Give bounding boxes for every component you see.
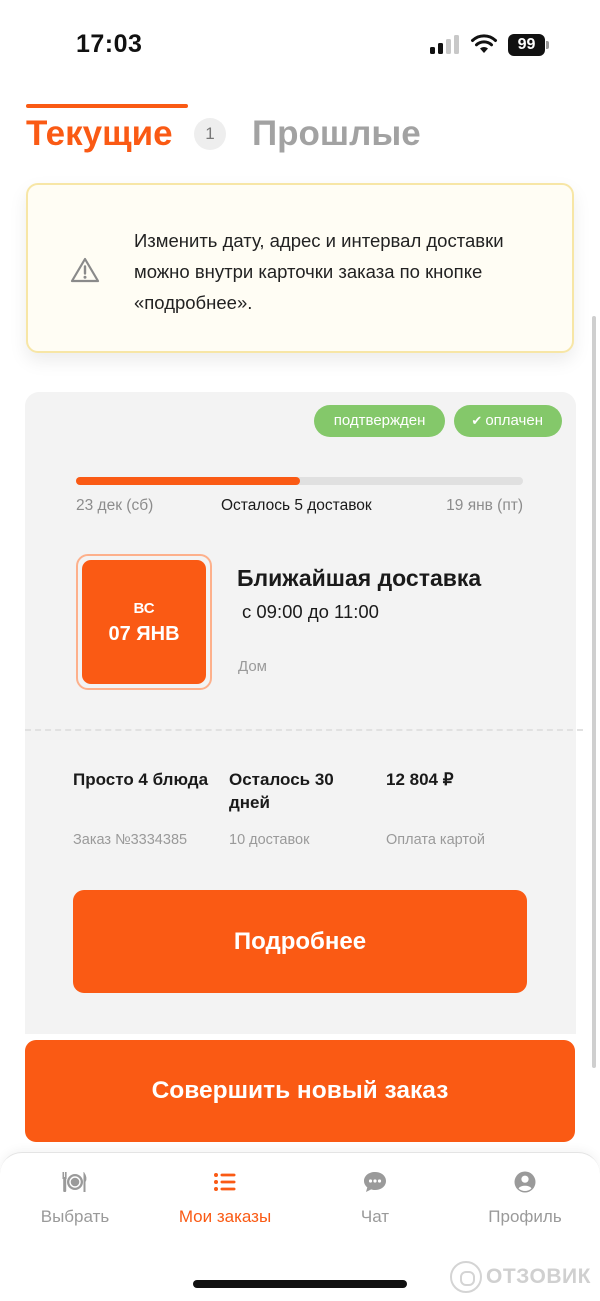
- bottom-navigation: Выбрать Мои заказы Чат Профиль ОТЗОВИК: [0, 1152, 600, 1301]
- status-badge-paid: ✔ оплачен: [454, 405, 562, 437]
- profile-icon: [514, 1171, 536, 1193]
- nav-label-choose: Выбрать: [40, 1207, 110, 1226]
- battery-level: 99: [508, 34, 545, 56]
- order-price: 12 804 ₽: [386, 770, 454, 789]
- next-delivery-date-box: ВС 07 ЯНВ: [76, 554, 212, 690]
- plan-name: Просто 4 блюда: [73, 770, 209, 789]
- scrollbar[interactable]: [592, 316, 596, 1068]
- status-bar: 17:03 99: [0, 0, 600, 90]
- cellular-signal-icon: [430, 35, 462, 54]
- new-order-button[interactable]: Совершить новый заказ: [25, 1040, 575, 1142]
- chat-icon: [364, 1172, 386, 1192]
- active-tab-indicator: [26, 104, 188, 108]
- warning-icon: [70, 257, 100, 283]
- next-delivery-time: с 09:00 до 11:00: [242, 601, 379, 622]
- battery-icon: 99: [508, 34, 549, 56]
- list-icon: [214, 1173, 236, 1191]
- next-delivery-title: Ближайшая доставка: [237, 565, 482, 591]
- deliveries-count: 10 доставок: [229, 832, 310, 848]
- status-badge-paid-label: оплачен: [485, 412, 543, 429]
- delivery-progress-bar: [76, 477, 523, 485]
- nav-label-profile: Профиль: [488, 1207, 562, 1226]
- nav-item-profile[interactable]: Профиль: [450, 1169, 600, 1227]
- status-badge-confirmed: подтвержден: [313, 405, 446, 437]
- order-badges: подтвержден ✔ оплачен: [305, 405, 562, 437]
- progress-remaining: Осталось 5 доставок: [221, 497, 372, 514]
- home-indicator[interactable]: [193, 1280, 407, 1288]
- nav-item-my-orders[interactable]: Мои заказы: [150, 1169, 300, 1227]
- plate-icon: [62, 1172, 87, 1192]
- watermark-icon: [450, 1261, 482, 1293]
- status-time: 17:03: [76, 30, 143, 58]
- card-divider: [25, 729, 583, 731]
- next-delivery-date: 07 ЯНВ: [108, 623, 180, 645]
- nav-label-chat: Чат: [360, 1207, 390, 1226]
- notice-text: Изменить дату, адрес и интервал доставки…: [134, 230, 504, 313]
- status-badge-confirmed-label: подтвержден: [333, 412, 426, 429]
- nav-item-chat[interactable]: Чат: [300, 1169, 450, 1227]
- days-remaining: Осталось 30 дней: [229, 770, 334, 812]
- order-days-info: Осталось 30 дней 10 доставок: [229, 768, 359, 848]
- payment-method: Оплата картой: [386, 832, 486, 848]
- nav-label-my-orders: Мои заказы: [178, 1207, 272, 1226]
- order-price-info: 12 804 ₽ Оплата картой: [386, 768, 536, 848]
- order-number: Заказ №3334385: [73, 832, 188, 848]
- tab-past[interactable]: Прошлые: [252, 114, 421, 154]
- next-delivery-weekday: ВС: [133, 600, 155, 617]
- order-plan-info: Просто 4 блюда Заказ №3334385: [73, 768, 223, 848]
- checkmark-icon: ✔: [471, 413, 483, 428]
- progress-end-date: 19 янв (пт): [446, 497, 523, 514]
- delivery-progress-fill: [76, 477, 300, 485]
- wifi-icon: [471, 34, 497, 53]
- progress-start-date: 23 дек (сб): [76, 497, 154, 514]
- tab-current[interactable]: Текущие: [26, 114, 173, 154]
- current-orders-count-badge: 1: [194, 118, 226, 150]
- watermark-text: ОТЗОВИК: [486, 1265, 591, 1288]
- nav-item-choose[interactable]: Выбрать: [0, 1169, 150, 1227]
- order-tabs: Текущие 1 Прошлые: [26, 104, 586, 154]
- info-notice: Изменить дату, адрес и интервал доставки…: [26, 183, 574, 353]
- details-button[interactable]: Подробнее: [73, 890, 527, 993]
- order-card[interactable]: подтвержден ✔ оплачен 23 дек (сб) Осталось…: [25, 392, 583, 1034]
- next-delivery-place: Дом: [238, 658, 267, 675]
